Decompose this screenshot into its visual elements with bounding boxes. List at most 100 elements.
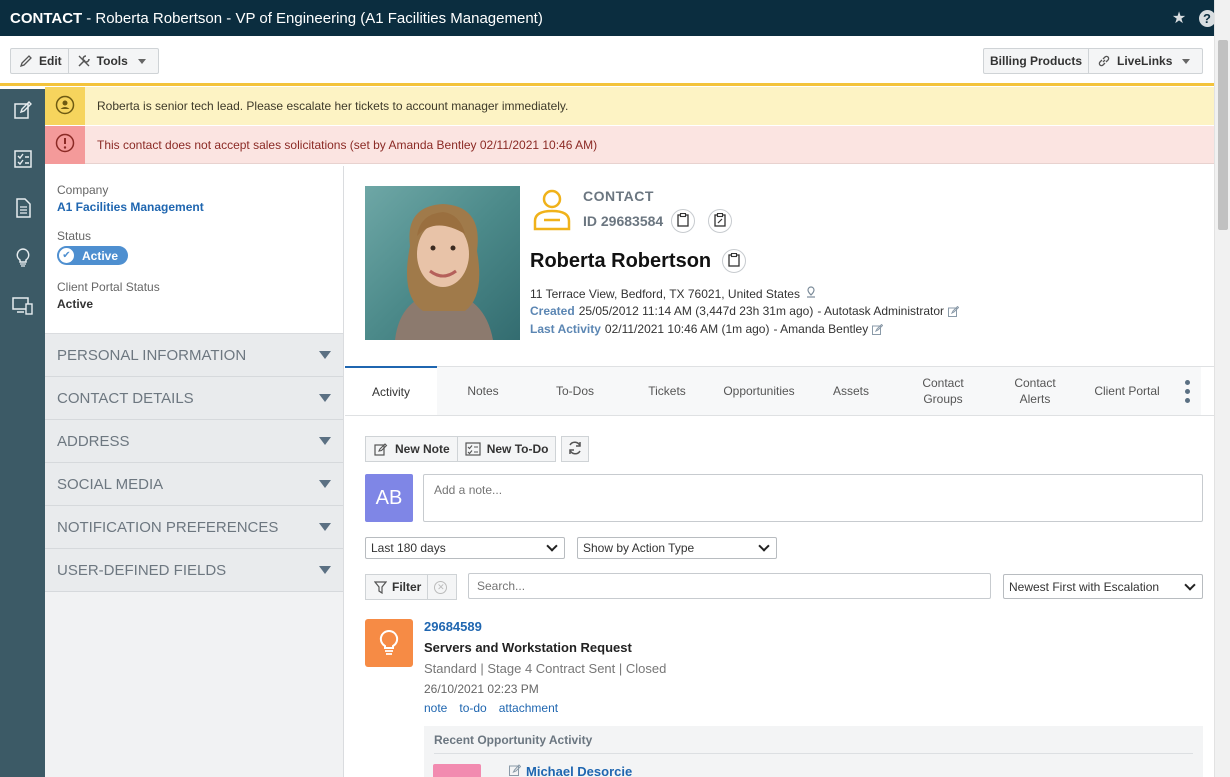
last-activity-by: - Amanda Bentley [773,322,869,336]
sort-value: Newest First with Escalation [1009,579,1160,594]
contact-address: 11 Terrace View, Bedford, TX 76021, Unit… [530,286,817,301]
tab-tickets[interactable]: Tickets [621,367,713,415]
chevron-down-icon [1182,58,1191,64]
search-input[interactable] [468,573,991,599]
tools-button[interactable]: Tools [69,49,154,73]
tab-label: Assets [832,384,869,398]
copy-name-button[interactable] [722,249,746,273]
lightbulb-icon[interactable] [12,246,34,268]
tab-bar: Activity Notes To-Dos Tickets Opportunit… [345,366,1214,416]
tab-label: Activity [371,384,410,399]
created-value: 25/05/2012 11:14 AM (3,447d 23h 31m ago) [578,304,814,318]
tab-contact-groups[interactable]: Contact Groups [897,367,989,415]
user-alert-icon [55,95,75,118]
caret-down-icon [319,351,331,359]
star-icon[interactable]: ★ [1170,9,1188,27]
section-personal-information[interactable]: PERSONAL INFORMATION [45,334,343,377]
contact-person-icon [532,187,572,231]
last-activity-label: Last Activity [530,322,601,336]
livelinks-button[interactable]: LiveLinks [1089,49,1198,73]
copy-link-button[interactable] [708,209,732,233]
filter-label: Filter [392,580,422,594]
todo-link[interactable]: to-do [459,701,486,715]
tab-label: To-Dos [555,384,594,398]
checklist-icon[interactable] [12,148,34,170]
caret-down-icon [319,394,331,402]
exclamation-icon [55,133,75,156]
clipboard-icon [728,252,740,270]
main-content: CONTACT ID 29683584 Roberta Robertson 11… [345,166,1214,777]
new-note-button[interactable]: New Note [365,436,458,462]
last-activity-row: Last Activity 02/11/2021 10:46 AM (1m ag… [530,322,884,336]
filter-button[interactable]: Filter ✕ [365,574,457,600]
date-range-select[interactable]: Last 180 days [365,537,565,559]
tab-client-portal[interactable]: Client Portal [1081,367,1173,415]
created-row: Created 25/05/2012 11:14 AM (3,447d 23h … [530,304,960,318]
edit-tools-group: Edit Tools [10,48,159,74]
new-todo-button[interactable]: New To-Do [457,436,557,462]
map-pin-icon[interactable] [805,286,817,301]
opportunity-id-link[interactable]: 29684589 [424,619,482,634]
tab-label: Notes [467,384,499,398]
more-tabs-button[interactable] [1173,367,1201,415]
edit-button[interactable]: Edit [11,49,68,73]
edit-icon[interactable] [509,764,522,777]
tab-assets[interactable]: Assets [805,367,897,415]
status-value: Active [82,248,119,263]
link-icon [1096,53,1112,69]
address-text: 11 Terrace View, Bedford, TX 76021, Unit… [530,286,800,301]
section-notification-preferences[interactable]: NOTIFICATION PREFERENCES [45,506,343,549]
scrollbar-thumb[interactable] [1218,40,1228,230]
edit-icon[interactable] [872,323,884,335]
sort-select[interactable]: Newest First with Escalation [1003,574,1203,599]
tab-opportunities[interactable]: Opportunities [713,367,805,415]
opportunity-badge [365,619,413,667]
section-social-media[interactable]: SOCIAL MEDIA [45,463,343,506]
billing-label: Billing Products [990,54,1083,68]
add-note-input[interactable] [423,474,1203,522]
clear-filter-icon[interactable]: ✕ [434,580,448,594]
tab-notes[interactable]: Notes [437,367,529,415]
activity-toolbar: New Note New To-Do [365,436,590,462]
section-address[interactable]: ADDRESS [45,420,343,463]
page-scrollbar[interactable] [1214,0,1230,777]
chevron-down-icon [137,58,146,64]
section-label: CONTACT DETAILS [57,389,194,407]
refresh-icon [567,440,583,459]
tab-label-line2: Alerts [1019,392,1051,406]
alert-escalation: Roberta is senior tech lead. Please esca… [45,87,1214,125]
action-type-select[interactable]: Show by Action Type [577,537,777,559]
section-label: SOCIAL MEDIA [57,475,164,493]
note-link[interactable]: note [424,701,447,715]
tab-label: Client Portal [1094,384,1160,398]
checklist-icon [465,441,481,457]
edit-icon[interactable] [948,305,960,317]
action-type-value: Show by Action Type [583,541,695,555]
tab-todos[interactable]: To-Dos [529,367,621,415]
status-badge: ✔ Active [57,246,129,265]
company-link[interactable]: A1 Facilities Management [57,200,331,214]
billing-products-button[interactable]: Billing Products [984,49,1088,73]
tab-activity[interactable]: Activity [345,366,437,415]
attachment-link[interactable]: attachment [499,701,558,715]
caret-down-icon [319,480,331,488]
livelinks-label: LiveLinks [1117,54,1173,68]
refresh-button[interactable] [561,436,590,462]
contact-summary-panel: Company A1 Facilities Management Status … [45,166,344,777]
new-note-label: New Note [395,442,450,456]
section-label: USER-DEFINED FIELDS [57,561,227,579]
alert-text: This contact does not accept sales solic… [97,137,598,152]
edit-label: Edit [39,54,62,68]
section-contact-details[interactable]: CONTACT DETAILS [45,377,343,420]
section-user-defined-fields[interactable]: USER-DEFINED FIELDS [45,549,343,592]
devices-icon[interactable] [12,295,34,317]
opportunity-title: Servers and Workstation Request [424,640,632,655]
contact-photo [365,186,520,340]
edit-note-icon[interactable] [12,99,34,121]
copy-id-button[interactable] [671,209,695,233]
tab-contact-alerts[interactable]: Contact Alerts [989,367,1081,415]
recent-activity-title: Recent Opportunity Activity [434,733,593,747]
window-title: - Roberta Robertson - VP of Engineering … [86,9,543,27]
author-link[interactable]: Michael Desorcie [526,764,632,777]
document-icon[interactable] [12,197,34,219]
